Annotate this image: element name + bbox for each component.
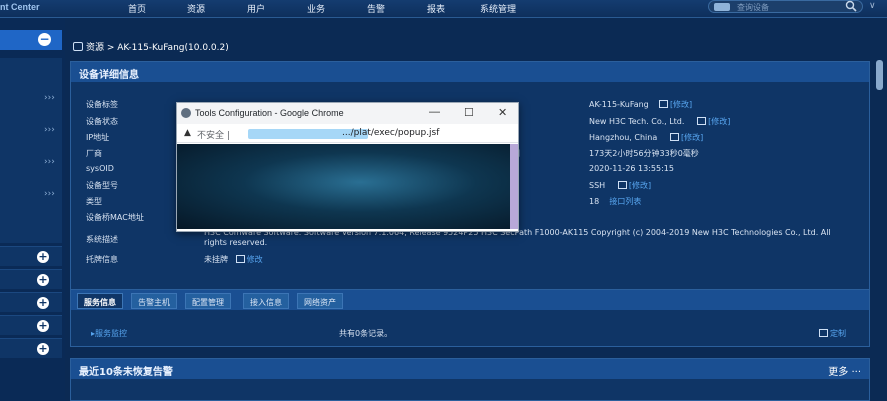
tab-service-info[interactable]: 服务信息 xyxy=(77,293,123,309)
sidebar-group[interactable]: + xyxy=(0,246,62,266)
label-sysoid: sysOID xyxy=(86,164,114,173)
label-ip-address: IP地址 xyxy=(86,133,110,142)
expand-icon[interactable]: + xyxy=(37,297,49,309)
value-location: Hangzhou, China [修改] xyxy=(589,133,704,142)
search-type-dropdown-icon[interactable] xyxy=(714,3,730,11)
tab-alarm-host[interactable]: 告警主机 xyxy=(131,293,177,309)
double-chevron-right-icon[interactable]: ››› xyxy=(44,125,55,135)
expand-icon[interactable]: + xyxy=(37,343,49,355)
not-secure-label: 不安全 | xyxy=(197,131,230,141)
nav-resources[interactable]: 资源 xyxy=(187,2,205,15)
label-system-description: 系统描述 xyxy=(86,235,118,244)
popup-address-bar[interactable]: ▲ 不安全 | .../plat/exec/popup.jsf xyxy=(177,124,518,143)
service-monitor-link[interactable]: ▸服务监控 xyxy=(91,328,127,339)
tab-access-info[interactable]: 接入信息 xyxy=(243,293,289,309)
brand-logo-text: nt Center xyxy=(0,2,40,12)
page-scrollbar[interactable] xyxy=(876,60,883,90)
search-icon[interactable] xyxy=(845,0,857,12)
maximize-icon[interactable]: ☐ xyxy=(464,106,474,119)
search-placeholder: 查询设备 xyxy=(737,3,769,12)
value-device-name: AK-115-KuFang [修改] xyxy=(589,100,693,109)
tab-strip: 服务信息 告警主机 配置管理 接入信息 网络资产 xyxy=(71,290,869,310)
popup-scrollbar[interactable] xyxy=(510,144,518,229)
sidebar-group[interactable]: + xyxy=(0,292,62,312)
device-search-input[interactable]: 查询设备 xyxy=(708,0,863,13)
info-tabs-panel: 服务信息 告警主机 配置管理 接入信息 网络资产 ▸服务监控 共有0条记录。 定… xyxy=(70,289,870,347)
popup-titlebar[interactable]: Tools Configuration - Google Chrome — ☐ … xyxy=(177,103,518,124)
label-type: 类型 xyxy=(86,197,102,206)
sidebar-active-group[interactable] xyxy=(0,30,62,50)
edit-icon[interactable] xyxy=(235,255,245,263)
label-hang-tag-info: 托牌信息 xyxy=(86,255,118,264)
double-chevron-right-icon[interactable]: ››› xyxy=(44,189,55,199)
nav-alarms[interactable]: 告警 xyxy=(367,2,385,15)
more-link[interactable]: 更多 ··· xyxy=(828,363,861,378)
record-count: 共有0条记录。 xyxy=(339,329,393,338)
edit-icon[interactable] xyxy=(669,133,679,141)
value-ports: 18 接口列表 xyxy=(589,197,642,206)
edit-icon[interactable] xyxy=(697,117,707,125)
warning-icon: ▲ xyxy=(184,128,191,138)
popup-title: Tools Configuration - Google Chrome xyxy=(195,108,344,118)
double-chevron-right-icon[interactable]: ››› xyxy=(44,93,55,103)
top-navigation-bar: nt Center 首页 资源 用户 业务 告警 报表 系统管理 查询设备 ∨ xyxy=(0,0,887,18)
popup-content xyxy=(177,144,510,229)
edit-icon[interactable] xyxy=(617,181,627,189)
alarm-panel-title: 最近10条未恢复告警 xyxy=(71,359,869,379)
double-chevron-right-icon[interactable]: ››› xyxy=(44,157,55,167)
label-device-model: 设备型号 xyxy=(86,181,118,190)
nav-home[interactable]: 首页 xyxy=(128,2,146,15)
label-device-status: 设备状态 xyxy=(86,117,118,126)
edit-link[interactable]: [修改] xyxy=(681,133,703,142)
edit-hang-tag-link[interactable]: 修改 xyxy=(247,255,263,264)
tab-network-assets[interactable]: 网络资产 xyxy=(297,293,343,309)
nav-reports[interactable]: 报表 xyxy=(427,2,445,15)
expand-icon[interactable]: + xyxy=(37,251,49,263)
popup-url-path: .../plat/exec/popup.jsf xyxy=(342,128,440,138)
port-list-link[interactable]: 接口列表 xyxy=(609,197,641,206)
nav-business[interactable]: 业务 xyxy=(307,2,325,15)
sidebar-group[interactable]: + xyxy=(0,338,62,358)
edit-icon xyxy=(819,329,828,337)
collapse-icon[interactable]: − xyxy=(38,33,51,46)
edit-link[interactable]: [修改] xyxy=(708,117,730,126)
value-protocol: SSH [修改] xyxy=(589,181,652,190)
value-vendor: New H3C Tech. Co., Ltd. [修改] xyxy=(589,117,731,126)
customize-link[interactable]: 定制 xyxy=(819,328,846,339)
tab-config-management[interactable]: 配置管理 xyxy=(185,293,231,309)
expand-icon[interactable]: + xyxy=(37,320,49,332)
sidebar-group[interactable]: + xyxy=(0,315,62,335)
sidebar: − ››› ››› ››› ››› + + + + + xyxy=(0,18,65,401)
panel-title: 设备详细信息 xyxy=(71,62,869,82)
value-hang-tag: 未挂牌 修改 xyxy=(204,255,263,264)
sidebar-group[interactable]: + xyxy=(0,269,62,289)
sidebar-submenu: ››› ››› ››› ››› xyxy=(0,58,62,243)
breadcrumb: 资源 > AK-115-KuFang(10.0.0.2) xyxy=(73,40,229,53)
minimize-icon[interactable]: — xyxy=(429,106,440,118)
edit-link[interactable]: [修改] xyxy=(670,100,692,109)
breadcrumb-text: 资源 > AK-115-KuFang(10.0.0.2) xyxy=(86,43,229,53)
expand-icon[interactable]: + xyxy=(37,274,49,286)
chrome-app-icon xyxy=(181,108,191,118)
value-last-time: 2020-11-26 13:55:15 xyxy=(589,164,674,173)
recent-alarms-panel: 最近10条未恢复告警 更多 ··· xyxy=(70,358,870,401)
value-uptime: 173天2小时56分钟33秒0毫秒 xyxy=(589,149,699,158)
edit-link[interactable]: [修改] xyxy=(629,181,651,190)
resource-icon xyxy=(73,42,83,51)
label-vendor: 厂商 xyxy=(86,149,102,158)
chevron-down-icon[interactable]: ∨ xyxy=(869,1,876,11)
edit-icon[interactable] xyxy=(658,100,668,108)
chrome-popup-window: Tools Configuration - Google Chrome — ☐ … xyxy=(176,102,519,232)
nav-users[interactable]: 用户 xyxy=(247,2,265,15)
close-icon[interactable]: ✕ xyxy=(498,106,507,119)
nav-system-management[interactable]: 系统管理 xyxy=(480,2,516,15)
label-bridge-mac: 设备桥MAC地址 xyxy=(86,213,144,222)
label-device-tag: 设备标签 xyxy=(86,100,118,109)
